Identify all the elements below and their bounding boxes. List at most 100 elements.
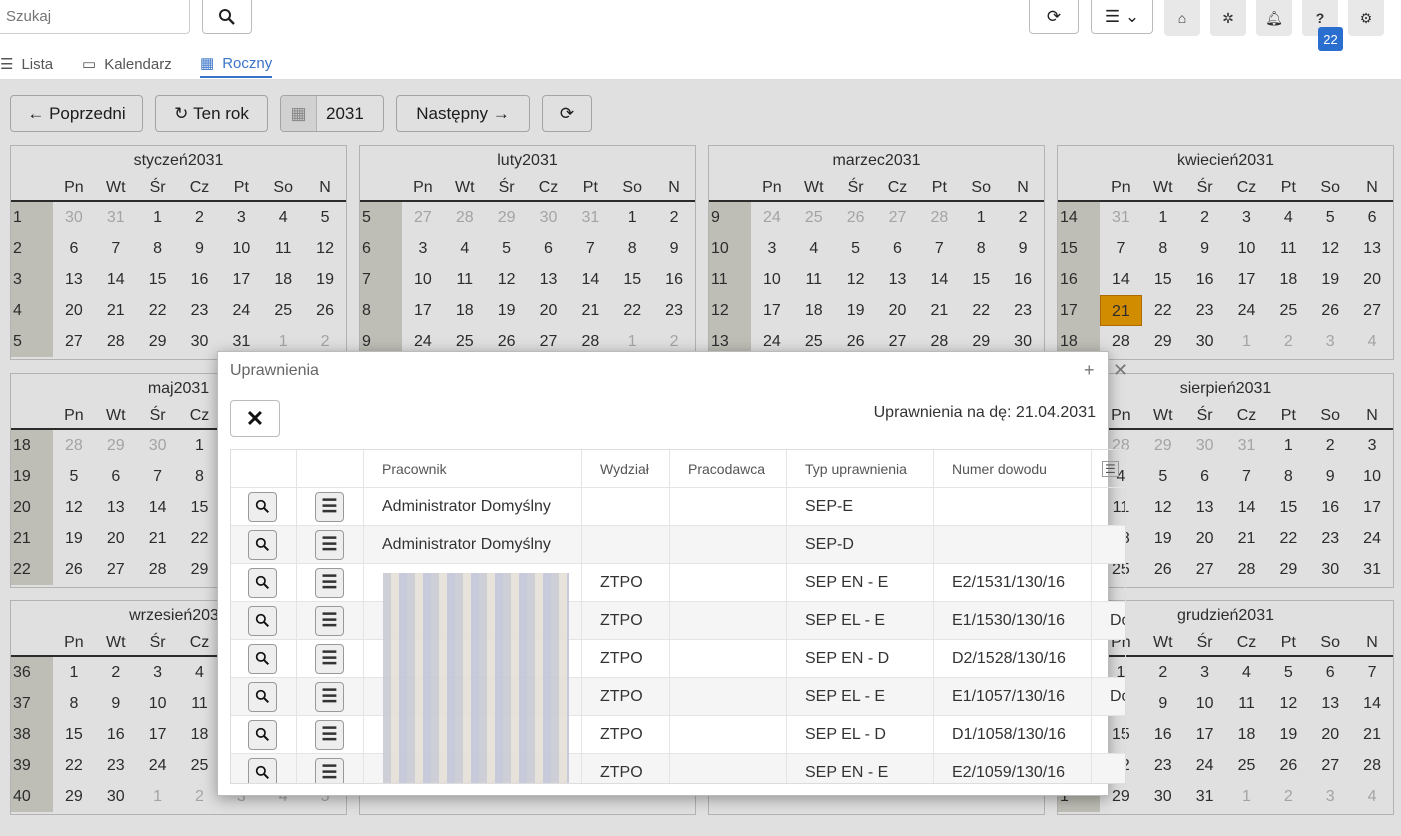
cell-numer: E2/1059/130/16 — [934, 754, 1092, 783]
cell-extra — [1092, 526, 1125, 563]
table-row[interactable]: ☰ ZTPO SEP EN - E E2/1059/130/16 — [231, 754, 1125, 783]
view-button-cell — [231, 754, 297, 783]
column-header[interactable]: Pracownik — [364, 450, 582, 487]
table-row[interactable]: ☰ ZTPO SEP EL - D D1/1058/130/16 — [231, 716, 1125, 754]
close-icon[interactable]: ✕ — [1113, 360, 1128, 381]
question-icon: ? — [1315, 10, 1325, 26]
view-button[interactable] — [248, 643, 277, 674]
hamburger-icon: ☰ — [321, 648, 338, 668]
row-menu-button[interactable]: ☰ — [315, 605, 344, 636]
home-button[interactable]: ⌂ — [1164, 0, 1200, 36]
cell-typ: SEP EL - E — [787, 602, 934, 639]
view-button[interactable] — [248, 681, 277, 712]
refresh-icon: ⟳ — [1046, 6, 1062, 26]
search-button[interactable] — [202, 0, 252, 34]
search-icon — [255, 651, 270, 666]
view-button[interactable] — [248, 567, 277, 598]
view-button[interactable] — [248, 491, 277, 522]
permissions-date-label: Uprawnienia na dę: 21.04.2031 — [873, 404, 1096, 421]
row-menu-button[interactable]: ☰ — [315, 757, 344, 783]
maximize-icon[interactable]: + — [1084, 360, 1095, 381]
column-header[interactable]: Typ uprawnienia — [787, 450, 934, 487]
search-icon — [219, 8, 235, 25]
table-row[interactable]: ☰ ZTPO SEP EN - E E2/1531/130/16 — [231, 564, 1125, 602]
view-button[interactable] — [248, 757, 277, 783]
close-button[interactable]: ✕ — [230, 400, 280, 437]
search-icon — [255, 575, 270, 590]
top-bar: ⟳ ☰ ⌄ ⌂ ✲ 🔔︎ ? 22 ⚙ ☰Lista ▭Kalendarz ▦R… — [0, 0, 1401, 80]
table-row[interactable]: ☰ ZTPO SEP EL - EE1/1530/130/16 Do — [231, 602, 1125, 640]
magic-button[interactable]: ✲ — [1210, 0, 1246, 36]
menu-button-cell: ☰ — [297, 640, 364, 677]
home-icon: ⌂ — [1177, 10, 1187, 26]
cell-pracodawca — [670, 602, 787, 639]
table-row[interactable]: ☰ ZTPO SEP EL - EE1/1057/130/16 Do — [231, 678, 1125, 716]
modal-title: Uprawnienia — [230, 362, 319, 379]
menu-button-cell: ☰ — [297, 754, 364, 783]
hamburger-icon: ☰ — [321, 572, 338, 592]
view-button-cell — [231, 488, 297, 525]
row-menu-button[interactable]: ☰ — [315, 681, 344, 712]
view-button-cell — [231, 716, 297, 753]
row-menu-button[interactable]: ☰ — [315, 567, 344, 598]
help-badge: 22 — [1318, 27, 1343, 51]
cell-typ: SEP-D — [787, 526, 934, 563]
hamburger-icon: ☰ — [1102, 460, 1119, 477]
row-menu-button[interactable]: ☰ — [315, 719, 344, 750]
view-button-cell — [231, 640, 297, 677]
cell-extra — [1092, 564, 1125, 601]
table-row[interactable]: ☰ Administrator Domyślny SEP-D — [231, 526, 1125, 564]
view-button-cell — [231, 526, 297, 563]
permissions-modal: Uprawnienia + ✕ ✕ Uprawnienia na dę: 21.… — [217, 351, 1128, 796]
menu-button-cell: ☰ — [297, 716, 364, 753]
menu-dropdown-button[interactable]: ☰ ⌄ — [1091, 0, 1153, 34]
magic-wand-icon: ✲ — [1222, 9, 1234, 26]
table-row[interactable]: ☰ Administrator Domyślny SEP-E — [231, 488, 1125, 526]
hamburger-icon: ☰ — [321, 610, 338, 630]
menu-button-cell: ☰ — [297, 564, 364, 601]
column-menu-button[interactable]: ☰ — [1092, 450, 1125, 487]
settings-button[interactable]: ⚙ — [1348, 0, 1384, 36]
search-icon — [255, 765, 270, 780]
search-input[interactable] — [0, 0, 190, 34]
cell-numer — [934, 526, 1092, 563]
hamburger-icon: ☰ — [321, 686, 338, 706]
gear-icon: ⚙ — [1359, 9, 1373, 26]
cell-wydzial: ZTPO — [582, 716, 670, 753]
row-menu-button[interactable]: ☰ — [315, 643, 344, 674]
row-menu-button[interactable]: ☰ — [315, 529, 344, 560]
cell-numer: D1/1058/130/16 — [934, 716, 1092, 753]
view-button[interactable] — [248, 719, 277, 750]
view-button-cell — [231, 678, 297, 715]
permissions-table: Pracownik Wydział Pracodawca Typ uprawni… — [230, 449, 1126, 784]
row-menu-button[interactable]: ☰ — [315, 491, 344, 522]
cell-extra — [1092, 640, 1125, 677]
refresh-button[interactable]: ⟳ — [1029, 0, 1079, 34]
column-header[interactable]: Wydział — [582, 450, 670, 487]
search-icon — [255, 537, 270, 552]
tab-kalendarz[interactable]: ▭ Kalendarz — [82, 50, 172, 78]
search-icon — [255, 689, 270, 704]
bell-icon: 🔔︎ — [1265, 9, 1283, 26]
cell-pracodawca — [670, 564, 787, 601]
cell-typ: SEP EN - E — [787, 564, 934, 601]
column-header[interactable]: Pracodawca — [670, 450, 787, 487]
cell-wydzial: ZTPO — [582, 564, 670, 601]
tab-lista[interactable]: ☰ Lista — [0, 50, 53, 78]
redacted-names — [383, 573, 569, 783]
hamburger-icon: ☰ — [321, 496, 338, 516]
view-button[interactable] — [248, 605, 277, 636]
hamburger-icon: ☰ — [321, 762, 338, 782]
cell-pracownik: Administrator Domyślny — [364, 526, 582, 563]
cell-typ: SEP EL - D — [787, 716, 934, 753]
cell-numer: E1/1057/130/16 — [934, 678, 1092, 715]
search-icon — [255, 727, 270, 742]
cell-pracodawca — [670, 640, 787, 677]
view-button[interactable] — [248, 529, 277, 560]
menu-button-cell: ☰ — [297, 602, 364, 639]
table-row[interactable]: ☰ ZTPO SEP EN - D D2/1528/130/16 — [231, 640, 1125, 678]
column-header[interactable]: Numer dowodu — [934, 450, 1092, 487]
tab-roczny[interactable]: ▦ Roczny — [200, 50, 273, 78]
notifications-button[interactable]: 🔔︎ — [1256, 0, 1292, 36]
menu-button-cell: ☰ — [297, 678, 364, 715]
